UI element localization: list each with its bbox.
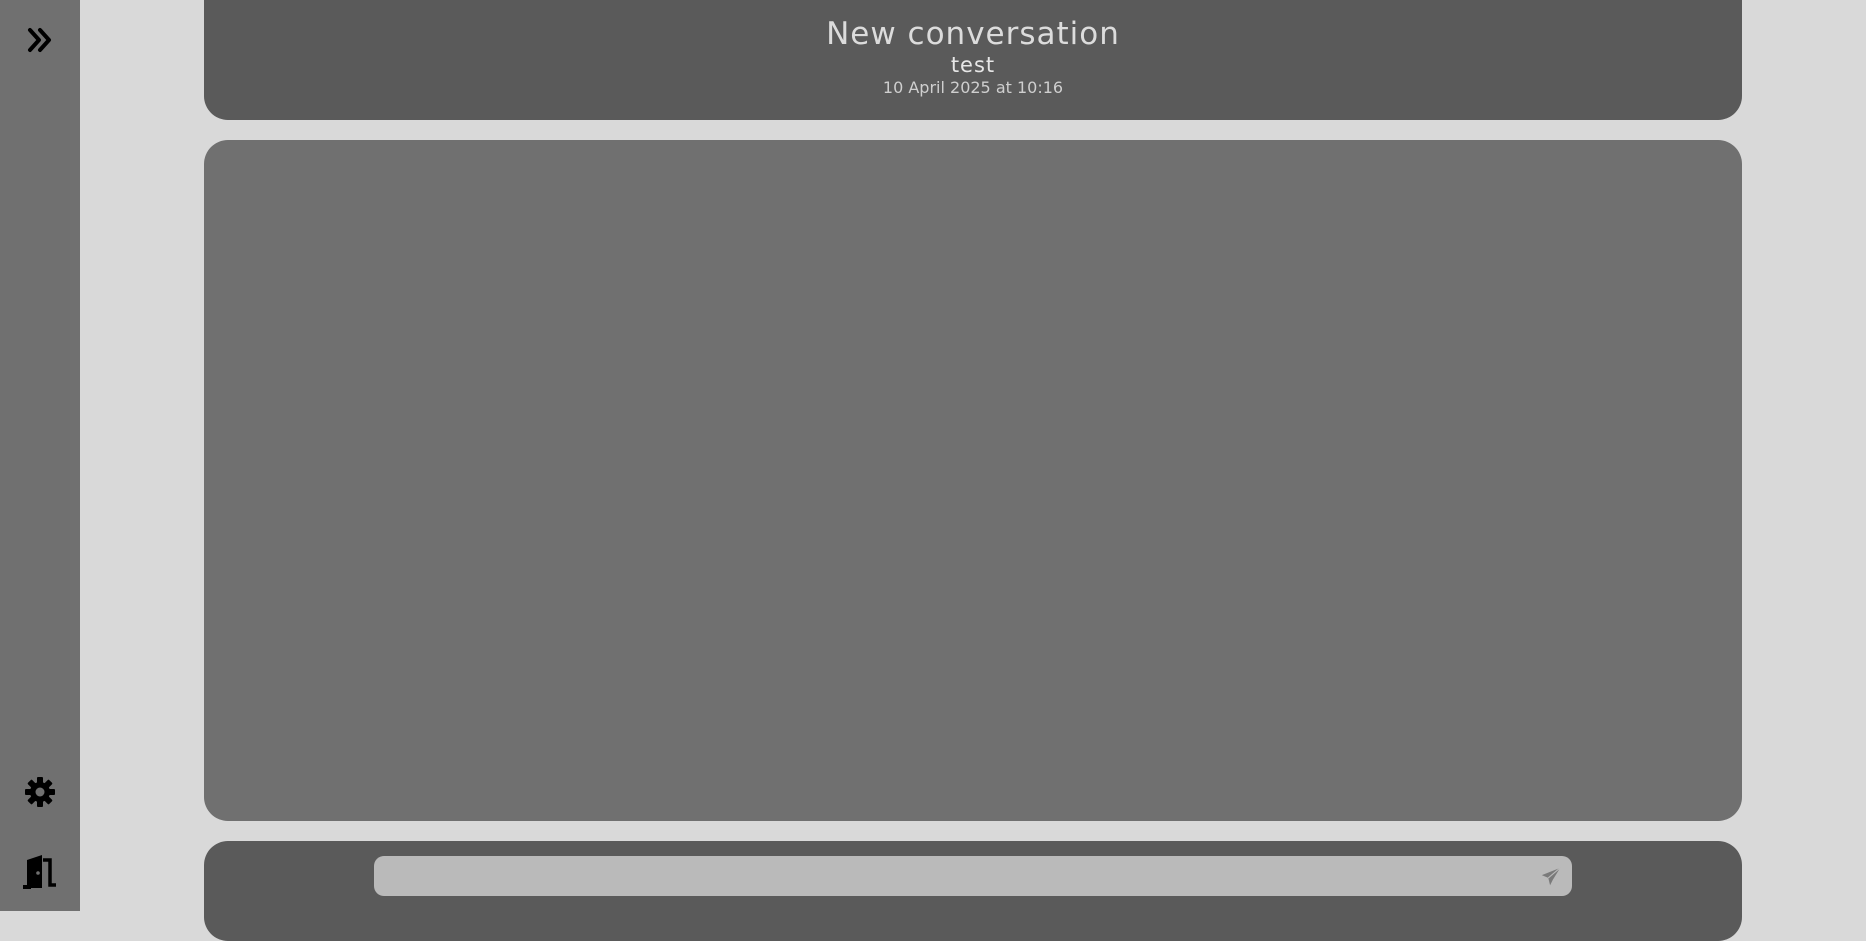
conversation-timestamp: 10 April 2025 at 10:16 [882,78,1064,97]
paper-plane-icon [1541,867,1561,886]
expand-sidebar-button[interactable] [16,16,64,64]
conversation-title: New conversation [826,16,1120,52]
double-chevron-right-icon [28,28,51,52]
gear-icon [25,777,55,807]
messages-panel[interactable] [204,140,1742,821]
message-input-wrapper [374,856,1572,898]
conversation-header: New conversation test 10 April 2025 at 1… [204,0,1742,120]
send-button[interactable] [1538,864,1564,890]
logout-button[interactable] [16,848,64,896]
door-exit-icon [23,855,56,889]
message-input[interactable] [386,856,1520,898]
sidebar [0,0,80,911]
conversation-subtitle: test [950,53,996,77]
message-composer [204,841,1742,941]
settings-button[interactable] [16,768,64,816]
